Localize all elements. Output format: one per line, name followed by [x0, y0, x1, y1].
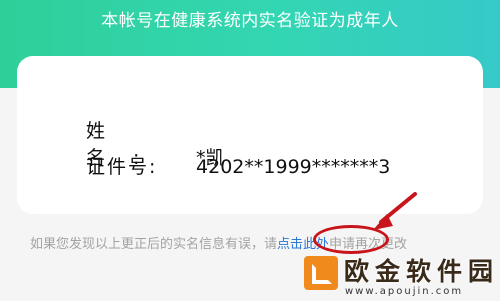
- watermark-url: www.apoujin.com: [345, 286, 464, 297]
- verification-title: 本帐号在健康系统内实名验证为成年人: [101, 11, 399, 31]
- id-value: 4202**1999*******3: [196, 156, 391, 178]
- id-row: 证件号: 4202**1999*******3: [86, 152, 390, 179]
- watermark-logo-icon: [304, 256, 338, 290]
- id-label: 证件号:: [86, 156, 158, 178]
- annotation-arrow-icon: [373, 192, 417, 230]
- site-watermark: 欧金软件园 www.apoujin.com: [304, 252, 500, 301]
- notice-text-before: 如果您发现以上更正后的实名信息有误，请: [30, 237, 278, 252]
- watermark-title: 欧金软件园: [344, 257, 500, 286]
